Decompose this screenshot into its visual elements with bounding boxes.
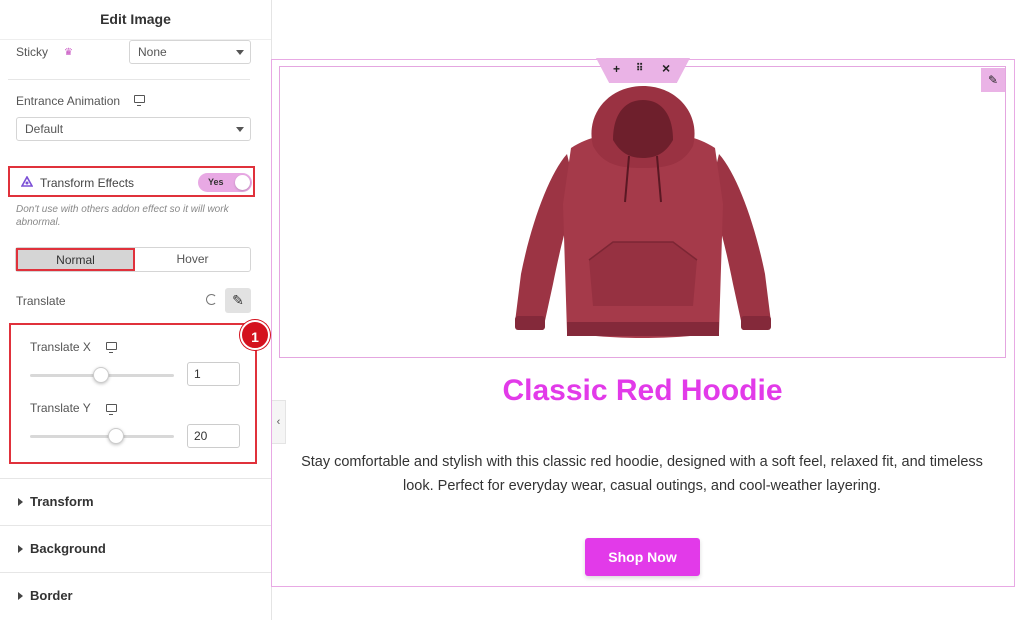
sticky-select-value: None bbox=[138, 45, 167, 59]
shop-now-button[interactable]: Shop Now bbox=[585, 538, 700, 576]
transform-effects-row: Transform Effects Yes bbox=[8, 166, 255, 197]
translate-y-slider-handle[interactable] bbox=[108, 428, 125, 444]
callout-badge: 1 bbox=[240, 320, 270, 350]
pencil-icon: ✎ bbox=[987, 73, 999, 87]
toggle-text: Yes bbox=[208, 177, 224, 187]
product-description: Stay comfortable and stylish with this c… bbox=[301, 454, 983, 494]
caret-right-icon bbox=[18, 498, 23, 506]
toggle-knob bbox=[235, 175, 250, 190]
addon-logo-icon bbox=[21, 176, 33, 187]
transform-effects-toggle[interactable]: Yes bbox=[198, 173, 252, 192]
desktop-icon[interactable] bbox=[134, 95, 145, 106]
crown-icon: ♛ bbox=[64, 47, 73, 58]
reset-icon[interactable] bbox=[206, 294, 217, 305]
pencil-icon: ✎ bbox=[232, 292, 244, 308]
edit-widget-button[interactable]: ✎ bbox=[981, 68, 1005, 92]
add-icon[interactable]: + bbox=[613, 62, 620, 76]
translate-edit-button[interactable]: ✎ bbox=[225, 288, 251, 313]
desktop-icon[interactable] bbox=[106, 404, 117, 415]
section-label: Background bbox=[30, 541, 106, 556]
sticky-select[interactable]: None bbox=[129, 40, 251, 64]
desktop-icon[interactable] bbox=[106, 342, 117, 353]
transform-effects-note: Don't use with others addon effect so it… bbox=[16, 204, 229, 228]
section-border[interactable]: Border bbox=[0, 572, 271, 619]
drag-handle-icon[interactable]: ⠿ bbox=[636, 63, 643, 74]
caret-right-icon bbox=[18, 592, 23, 600]
editor-panel: Edit Image Sticky ♛ None Entrance Animat… bbox=[0, 0, 272, 620]
tab-hover[interactable]: Hover bbox=[135, 248, 250, 271]
entrance-animation-select[interactable]: Default bbox=[16, 117, 251, 141]
translate-y-label: Translate Y bbox=[30, 401, 91, 415]
translate-y-input[interactable]: 20 bbox=[187, 424, 240, 448]
translate-x-input[interactable]: 1 bbox=[187, 362, 240, 386]
section-background[interactable]: Background bbox=[0, 525, 271, 572]
translate-popover: Translate X 1 Translate Y 20 bbox=[9, 323, 257, 464]
caret-right-icon bbox=[18, 545, 23, 553]
sticky-label: Sticky bbox=[16, 45, 49, 59]
product-title: Classic Red Hoodie bbox=[502, 374, 783, 407]
translate-y-slider[interactable] bbox=[30, 428, 174, 444]
translate-x-slider[interactable] bbox=[30, 367, 174, 383]
divider bbox=[8, 79, 250, 80]
tab-normal[interactable]: Normal bbox=[16, 248, 135, 271]
panel-title: Edit Image bbox=[0, 0, 271, 40]
section-label: Border bbox=[30, 588, 73, 603]
transform-effects-label: Transform Effects bbox=[40, 176, 135, 190]
translate-x-label: Translate X bbox=[30, 340, 91, 354]
state-tabs: Normal Hover bbox=[15, 247, 251, 272]
translate-x-slider-handle[interactable] bbox=[92, 367, 109, 383]
hoodie-image bbox=[515, 86, 771, 338]
section-label: Transform bbox=[30, 494, 94, 509]
section-transform[interactable]: Transform bbox=[0, 478, 271, 525]
translate-label: Translate bbox=[16, 294, 66, 308]
chevron-down-icon bbox=[236, 50, 244, 55]
chevron-down-icon bbox=[236, 127, 244, 132]
entrance-select-value: Default bbox=[25, 122, 64, 136]
close-icon[interactable]: × bbox=[662, 60, 670, 76]
entrance-animation-label: Entrance Animation bbox=[16, 94, 121, 108]
